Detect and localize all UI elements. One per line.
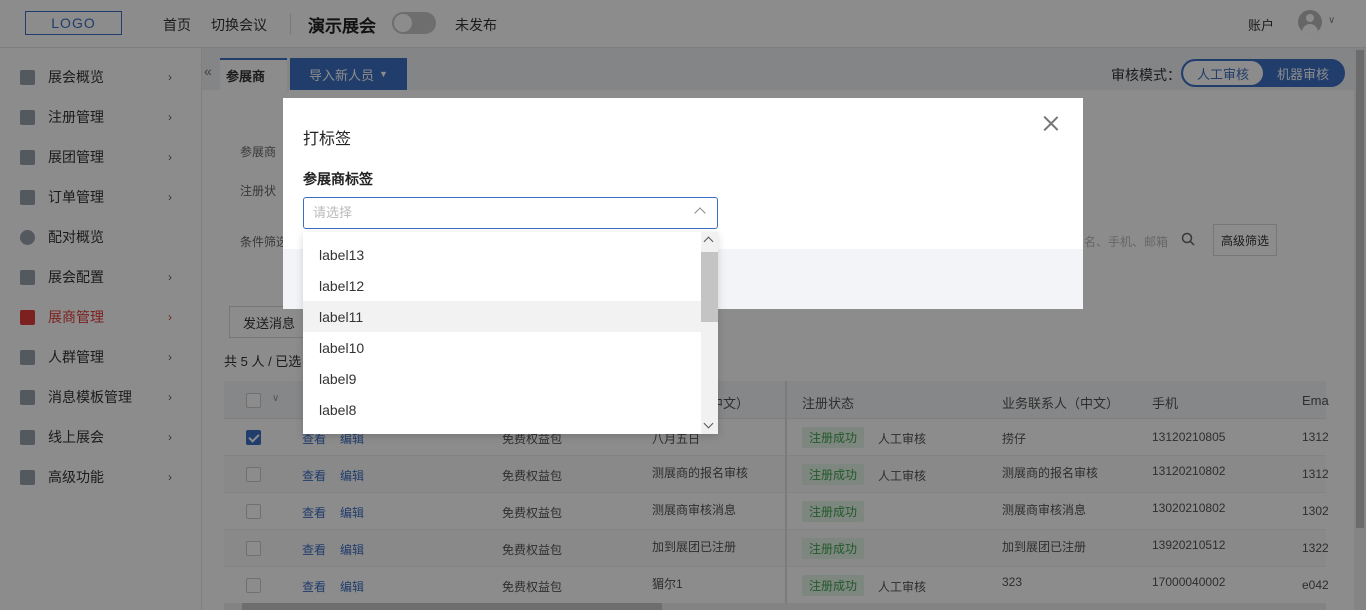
scrollbar-thumb[interactable] [701, 252, 718, 322]
tag-select[interactable] [303, 197, 718, 229]
exhibitor-tag-label: 参展商标签 [303, 171, 373, 187]
dropdown-option[interactable]: label11 [303, 301, 701, 332]
dropdown-option[interactable]: label10 [303, 332, 701, 363]
scroll-up-icon[interactable] [703, 236, 714, 247]
dropdown-option[interactable]: label9 [303, 363, 701, 394]
tag-select-input[interactable] [313, 205, 673, 220]
dropdown-option[interactable]: label8 [303, 394, 701, 425]
dropdown-option[interactable]: label12 [303, 270, 701, 301]
scroll-down-icon[interactable] [703, 418, 714, 429]
close-icon[interactable] [1040, 112, 1062, 134]
dropdown-scrollbar[interactable] [701, 232, 718, 434]
modal-title: 打标签 [303, 131, 352, 148]
dropdown-option[interactable]: label13 [303, 239, 701, 270]
chevron-up-icon[interactable] [694, 207, 706, 219]
tag-dropdown: label13 label12 label11 label10 label9 l… [303, 232, 718, 434]
